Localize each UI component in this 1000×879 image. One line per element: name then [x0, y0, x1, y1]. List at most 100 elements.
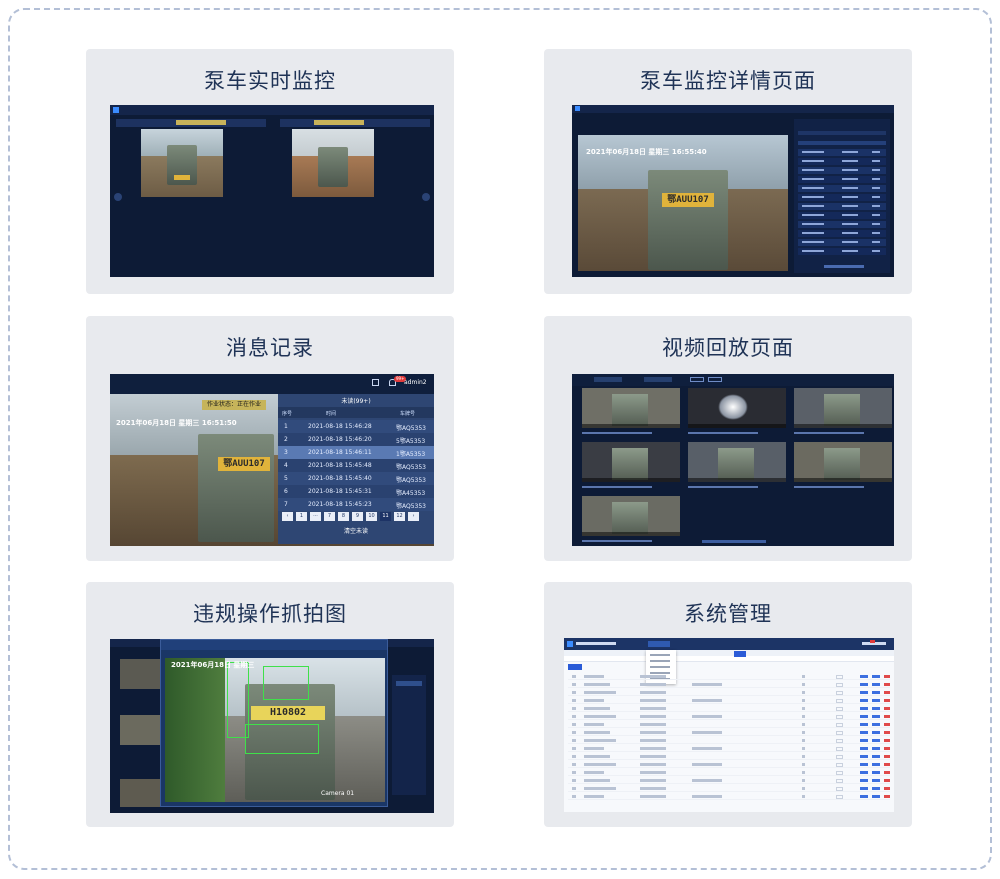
table-row[interactable] — [568, 730, 890, 736]
table-row[interactable] — [568, 690, 890, 696]
table-row[interactable] — [568, 770, 890, 776]
page-button[interactable]: 11 — [380, 512, 391, 521]
video-caption — [582, 540, 652, 542]
screenshot-playback — [572, 374, 894, 546]
camera-label: Camera 01 — [321, 790, 355, 797]
header-time: 时间 — [326, 411, 337, 417]
camera-feed-detail[interactable]: 鄂AUU107 2021年06月18日 星期三 16:55:40 — [578, 135, 788, 271]
table-row[interactable] — [568, 698, 890, 704]
video-caption — [688, 486, 758, 488]
table-row[interactable]: 5 2021-08-18 15:45:40 鄂AQ5353 — [278, 472, 434, 485]
list-item[interactable] — [798, 212, 886, 219]
card-message-log[interactable]: 消息记录 99+ admin2 鄂AUU107 2021年06月18日 星期三 … — [86, 316, 454, 561]
playback-video[interactable] — [794, 442, 892, 482]
page-button[interactable]: 12 — [394, 512, 405, 521]
page-button[interactable]: › — [408, 512, 419, 521]
list-item[interactable] — [798, 230, 886, 237]
fullscreen-icon[interactable] — [372, 379, 379, 386]
page-button[interactable]: ‹ — [282, 512, 293, 521]
page-button[interactable]: 10 — [366, 512, 377, 521]
table-row[interactable] — [568, 706, 890, 712]
list-item[interactable] — [798, 194, 886, 201]
table-row[interactable] — [568, 754, 890, 760]
table-row[interactable] — [568, 794, 890, 800]
card-title: 视频回放页面 — [662, 336, 794, 360]
camera-feed-right[interactable] — [292, 129, 374, 197]
header-no: 序号 — [282, 411, 293, 417]
list-item[interactable] — [798, 158, 886, 165]
playback-video[interactable] — [688, 388, 786, 428]
table-row[interactable]: 3 2021-08-18 15:46:11 1鄂A5353 — [278, 446, 434, 459]
table-row[interactable] — [568, 746, 890, 752]
snapshot-modal: H10802 2021年06月18日 星期三 Camera 01 — [160, 639, 388, 807]
page-button[interactable]: 9 — [352, 512, 363, 521]
cell-time: 2021-08-18 15:45:31 — [308, 488, 372, 495]
camera-feed-left[interactable] — [141, 129, 223, 197]
table-row[interactable]: 7 2021-08-18 15:45:23 鄂AQ5353 — [278, 498, 434, 511]
work-status: 作业状态：正在作业 — [202, 400, 266, 410]
user-menu[interactable]: admin2 — [404, 379, 427, 386]
list-item[interactable] — [798, 248, 886, 255]
page-button[interactable]: 8 — [338, 512, 349, 521]
cell-no: 6 — [284, 488, 288, 495]
table-row[interactable]: 6 2021-08-18 15:45:31 鄂A45353 — [278, 485, 434, 498]
list-item[interactable] — [798, 149, 886, 156]
cell-plate: 鄂AQ5353 — [396, 503, 426, 510]
clear-unread-button[interactable]: 清空未读 — [278, 526, 434, 535]
list-item[interactable] — [798, 167, 886, 174]
table-row[interactable] — [568, 738, 890, 744]
license-plate: 鄂AUU107 — [662, 193, 714, 207]
card-playback[interactable]: 视频回放页面 — [544, 316, 912, 561]
card-pump-monitor[interactable]: 泵车实时监控 — [86, 49, 454, 294]
playback-video[interactable] — [582, 388, 680, 428]
playback-video[interactable] — [582, 442, 680, 482]
pagination[interactable] — [702, 540, 766, 543]
cell-plate: 5鄂A5353 — [396, 438, 426, 445]
table-row[interactable]: 4 2021-08-18 15:45:48 鄂AQ5353 — [278, 459, 434, 472]
cell-time: 2021-08-18 15:45:48 — [308, 462, 372, 469]
card-violation[interactable]: 违规操作抓拍图 H10802 2021年06月18日 星期三 Camera 01 — [86, 582, 454, 827]
cell-time: 2021-08-18 15:45:40 — [308, 475, 372, 482]
license-plate: 鄂AUU107 — [218, 457, 270, 471]
list-item[interactable] — [798, 176, 886, 183]
list-item[interactable] — [798, 185, 886, 192]
cell-no: 7 — [284, 501, 288, 508]
table-row[interactable] — [568, 714, 890, 720]
overlay-timestamp: 2021年06月18日 星期三 16:55:40 — [586, 148, 707, 156]
table-row[interactable] — [568, 722, 890, 728]
page-button[interactable]: ··· — [310, 512, 321, 521]
card-title: 系统管理 — [684, 602, 772, 626]
card-pump-detail[interactable]: 泵车监控详情页面 鄂AUU107 2021年06月18日 星期三 16:55:4… — [544, 49, 912, 294]
cell-plate: 鄂AQ5353 — [396, 477, 426, 484]
list-item[interactable] — [798, 239, 886, 246]
overlay-timestamp: 2021年06月18日 星期三 16:51:50 — [116, 419, 237, 427]
table-row[interactable]: 1 2021-08-18 15:46:28 鄂AQ5353 — [278, 420, 434, 433]
table-row[interactable] — [568, 682, 890, 688]
page-button[interactable]: 1 — [296, 512, 307, 521]
logo-icon — [113, 107, 119, 113]
screenshot-violation: H10802 2021年06月18日 星期三 Camera 01 — [110, 639, 434, 813]
screenshot-pump-monitor — [110, 105, 434, 277]
playback-video[interactable] — [688, 442, 786, 482]
video-caption — [582, 432, 652, 434]
video-caption — [688, 432, 758, 434]
table-row[interactable] — [568, 762, 890, 768]
cell-plate: 鄂AQ5353 — [396, 425, 426, 432]
cell-time: 2021-08-18 15:45:23 — [308, 501, 372, 508]
list-item[interactable] — [798, 203, 886, 210]
card-system[interactable]: 系统管理 — [544, 582, 912, 827]
table-row[interactable] — [568, 786, 890, 792]
card-title: 泵车监控详情页面 — [640, 69, 816, 93]
cell-no: 5 — [284, 475, 288, 482]
page-button[interactable]: 7 — [324, 512, 335, 521]
header-plate: 车牌号 — [400, 411, 416, 417]
table-row[interactable] — [568, 674, 890, 680]
playback-video[interactable] — [582, 496, 680, 536]
table-row[interactable] — [568, 778, 890, 784]
table-row[interactable]: 2 2021-08-18 15:46:20 5鄂A5353 — [278, 433, 434, 446]
next-arrow-icon[interactable] — [422, 193, 430, 201]
prev-arrow-icon[interactable] — [114, 193, 122, 201]
list-item[interactable] — [798, 221, 886, 228]
playback-video[interactable] — [794, 388, 892, 428]
screenshot-system — [564, 638, 894, 812]
